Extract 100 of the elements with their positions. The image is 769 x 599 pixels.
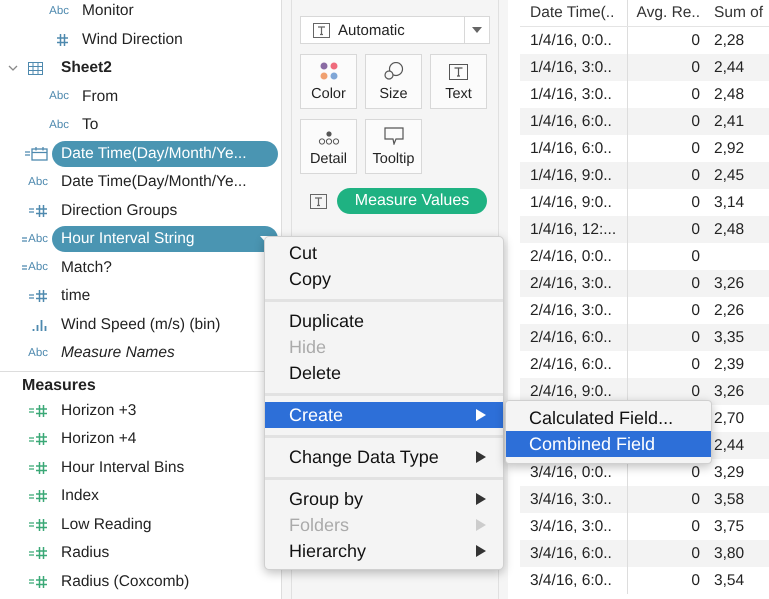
table-cell: 0 xyxy=(691,302,700,320)
field-item[interactable]: To xyxy=(73,112,108,138)
menu-item[interactable]: Change Data Type xyxy=(265,444,503,470)
dots-icon xyxy=(318,131,340,145)
menu-item[interactable]: Copy xyxy=(265,266,503,292)
caret-icon[interactable] xyxy=(8,65,18,72)
table-cell: 3,75 xyxy=(714,518,744,536)
menu-item[interactable]: Duplicate xyxy=(265,308,503,334)
menu-item[interactable]: Calculated Field... xyxy=(506,405,711,431)
table-cell: 0 xyxy=(691,58,700,76)
string-type-icon: Abc xyxy=(28,176,48,188)
menu-item[interactable]: Delete xyxy=(265,360,503,386)
table-cell: 2,48 xyxy=(714,220,744,238)
table-cell: 1/4/16, 0:0.. xyxy=(530,32,612,50)
table-cell: 0 xyxy=(691,140,700,158)
number-type-icon xyxy=(35,432,48,446)
field-item[interactable]: Low Reading xyxy=(52,512,160,538)
table-cell: 3/4/16, 3:0.. xyxy=(530,518,612,536)
table-cell: 2,41 xyxy=(714,112,744,130)
field-item[interactable]: time xyxy=(52,283,100,310)
table-cell: 3,35 xyxy=(714,328,744,346)
column-header[interactable]: Date Time(.. xyxy=(520,0,628,26)
field-item[interactable]: Date Time(Day/Month/Ye... xyxy=(52,169,256,196)
menu-item[interactable]: Hierarchy xyxy=(265,538,503,564)
string-type-icon: Abc xyxy=(49,91,69,102)
number-type-icon xyxy=(35,574,48,589)
table-cell: 2,48 xyxy=(714,86,744,104)
table-cell: 2,44 xyxy=(714,58,744,76)
column-header[interactable]: Sum of xyxy=(700,0,764,26)
field-item[interactable]: Horizon +3 xyxy=(52,398,146,424)
string-type-icon: Abc xyxy=(49,6,69,17)
mark-button[interactable]: Detail xyxy=(300,119,357,174)
number-type-icon xyxy=(35,518,48,532)
number-type-icon xyxy=(35,546,48,560)
table-cell: 3/4/16, 6:0.. xyxy=(530,544,612,562)
mark-button[interactable]: Size xyxy=(365,54,422,109)
table-cell: 0 xyxy=(691,490,700,508)
mark-type-dropdown[interactable]: Automatic xyxy=(300,16,490,44)
field-item[interactable]: Direction Groups xyxy=(52,198,186,224)
table-cell: 0 xyxy=(691,220,700,238)
field-item[interactable]: Radius xyxy=(52,540,118,566)
column-header[interactable]: Avg. Re.. xyxy=(628,0,700,26)
table-cell: 3,29 xyxy=(714,464,744,482)
table-cell: 1/4/16, 12:... xyxy=(530,220,616,238)
table-cell: 2,28 xyxy=(714,32,744,50)
mark-button[interactable]: Color xyxy=(300,54,357,109)
speech-bubble-icon xyxy=(384,127,404,145)
table-cell: 0 xyxy=(691,274,700,292)
mark-button[interactable]: Text xyxy=(430,54,487,109)
table-cell: 3,26 xyxy=(714,382,744,400)
menu-item[interactable]: Group by xyxy=(265,486,503,512)
field-item[interactable]: Hour Interval Bins xyxy=(52,454,194,481)
number-type-icon xyxy=(35,289,48,304)
table-cell: 1/4/16, 9:0.. xyxy=(530,194,612,212)
table-name[interactable]: Sheet2 xyxy=(61,59,112,78)
field-item[interactable]: Wind Direction xyxy=(73,26,192,53)
field-item[interactable]: Match? xyxy=(52,254,121,281)
field-item[interactable]: Index xyxy=(52,483,108,510)
table-cell: 3,26 xyxy=(714,274,744,292)
table-cell: 2,39 xyxy=(714,356,744,374)
text-icon xyxy=(313,22,330,38)
table-cell: 2/4/16, 6:0.. xyxy=(530,356,612,374)
mark-button[interactable]: Tooltip xyxy=(365,119,422,174)
field-item[interactable]: Horizon +4 xyxy=(52,426,146,452)
number-type-icon xyxy=(35,489,48,504)
table-cell: 0 xyxy=(691,166,700,184)
section-title: Measures xyxy=(21,376,97,396)
table-cell: 3/4/16, 3:0.. xyxy=(530,490,612,508)
menu-item[interactable]: Combined Field xyxy=(506,431,711,457)
text-icon xyxy=(449,64,468,80)
histogram-icon xyxy=(32,318,48,331)
table-cell: 0 xyxy=(691,86,700,104)
table-cell: 0 xyxy=(691,356,700,374)
string-type-icon: Abc xyxy=(49,120,69,131)
circles-icon xyxy=(384,62,404,80)
string-type-icon: Abc xyxy=(28,262,48,274)
field-item[interactable]: From xyxy=(73,84,128,110)
table-cell: 3,58 xyxy=(714,490,744,508)
table-cell: 3,14 xyxy=(714,194,744,212)
field-item[interactable]: Monitor xyxy=(73,0,143,24)
table-cell: 2,92 xyxy=(714,140,744,158)
table-cell: 2,45 xyxy=(714,166,744,184)
table-cell: 1/4/16, 3:0.. xyxy=(530,58,612,76)
string-type-icon: Abc xyxy=(28,234,48,245)
field-item[interactable]: Radius (Coxcomb) xyxy=(52,568,198,595)
table-cell: 1/4/16, 9:0.. xyxy=(530,166,612,184)
table-icon xyxy=(28,62,42,75)
table-cell: 0 xyxy=(691,328,700,346)
number-type-icon xyxy=(56,32,69,47)
field-item[interactable]: Wind Speed (m/s) (bin) xyxy=(52,312,230,338)
table-cell: 0 xyxy=(691,194,700,212)
table-cell: 1/4/16, 6:0.. xyxy=(530,140,612,158)
table-cell: 2/4/16, 0:0.. xyxy=(530,248,612,266)
table-cell: 2,70 xyxy=(714,410,744,428)
table-cell: 3/4/16, 0:0.. xyxy=(530,464,612,482)
menu-item[interactable]: Create xyxy=(265,402,503,428)
table-cell: 2/4/16, 3:0.. xyxy=(530,274,612,292)
field-item[interactable]: Measure Names xyxy=(52,340,184,366)
text-icon xyxy=(310,194,327,208)
table-cell: 0 xyxy=(691,32,700,50)
